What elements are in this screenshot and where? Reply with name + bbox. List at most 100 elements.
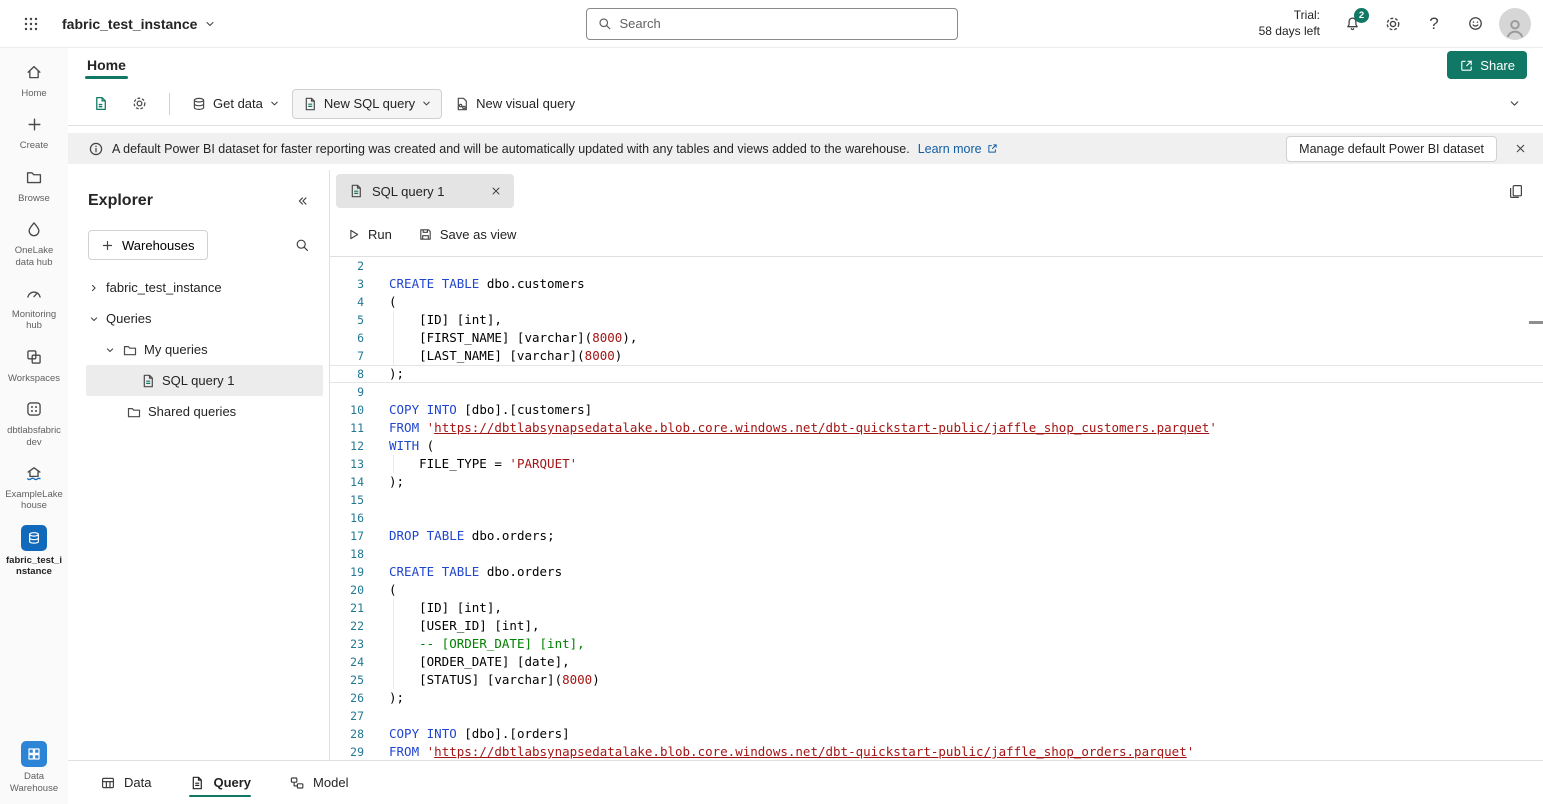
code-line[interactable]: 2 [330, 257, 1543, 275]
code-editor-surface[interactable]: 23CREATE TABLE dbo.customers4(5 [ID] [in… [330, 257, 1543, 760]
settings-gear-icon [131, 95, 148, 112]
code-line[interactable]: 4( [330, 293, 1543, 311]
tree-item-label: fabric_test_instance [106, 280, 222, 295]
code-line[interactable]: 16 [330, 509, 1543, 527]
save-as-view-button[interactable]: Save as view [418, 227, 517, 242]
tree-item-shared-queries[interactable]: Shared queries [68, 396, 329, 427]
code-line[interactable]: 25 [STATUS] [varchar](8000) [330, 671, 1543, 689]
code-line[interactable]: 5 [ID] [int], [330, 311, 1543, 329]
code-line[interactable]: 20( [330, 581, 1543, 599]
data-warehouse-icon [21, 741, 47, 767]
tree-item-my-queries[interactable]: My queries [68, 334, 329, 365]
code-line[interactable]: 21 [ID] [int], [330, 599, 1543, 617]
line-number: 20 [330, 581, 364, 599]
new-visual-query-label: New visual query [476, 96, 575, 111]
new-item-button[interactable] [82, 89, 119, 119]
collapse-ribbon-chevron[interactable] [1499, 89, 1529, 119]
code-line[interactable]: 19CREATE TABLE dbo.orders [330, 563, 1543, 581]
banner-close-button[interactable] [1505, 134, 1535, 164]
search-icon [294, 237, 310, 253]
avatar[interactable] [1499, 8, 1531, 40]
run-button[interactable]: Run [346, 227, 392, 242]
toolbar-settings-button[interactable] [121, 89, 158, 119]
tab-close-button[interactable] [486, 181, 506, 201]
code-line[interactable]: 13 FILE_TYPE = 'PARQUET' [330, 455, 1543, 473]
manage-default-dataset-button[interactable]: Manage default Power BI dataset [1286, 136, 1497, 162]
chevron-right-icon[interactable] [88, 282, 100, 294]
code-line[interactable]: 22 [USER_ID] [int], [330, 617, 1543, 635]
code-line[interactable]: 28COPY INTO [dbo].[orders] [330, 725, 1543, 743]
get-data-button[interactable]: Get data [181, 89, 290, 119]
rail-item-create[interactable]: Create [1, 112, 67, 151]
code-line[interactable]: 10COPY INTO [dbo].[customers] [330, 401, 1543, 419]
rail-item-fabric-test-instance[interactable]: fabric_test_instance [1, 525, 67, 578]
double-chevron-left-icon [295, 194, 309, 208]
settings-button[interactable] [1376, 7, 1410, 41]
view-tab-model[interactable]: Model [289, 761, 348, 804]
code-line[interactable]: 12WITH ( [330, 437, 1543, 455]
code-line[interactable]: 9 [330, 383, 1543, 401]
line-number: 18 [330, 545, 364, 563]
overview-ruler[interactable] [1529, 257, 1543, 760]
rail-item-workspaces[interactable]: Workspaces [1, 345, 67, 384]
tab-sql-query-1[interactable]: SQL query 1 [336, 174, 514, 208]
view-tab-data[interactable]: Data [100, 761, 151, 804]
rail-item-onelake-data-hub[interactable]: OneLake data hub [1, 217, 67, 268]
code-line[interactable]: 15 [330, 491, 1543, 509]
view-tab-label: Data [124, 775, 151, 790]
feedback-smiley-icon [1467, 15, 1484, 32]
code-line[interactable]: 23 -- [ORDER_DATE] [int], [330, 635, 1543, 653]
tab-home[interactable]: Home [84, 51, 129, 79]
rail-item-home[interactable]: Home [1, 60, 67, 99]
tree-item-warehouse[interactable]: fabric_test_instance [68, 272, 329, 303]
code-line[interactable]: 18 [330, 545, 1543, 563]
search-input[interactable] [620, 16, 947, 31]
external-link-icon [986, 142, 999, 155]
help-button[interactable]: ? [1417, 7, 1451, 41]
rail-item-label: Monitoring hub [5, 309, 63, 332]
notifications-button[interactable]: 2 [1335, 7, 1369, 41]
rail-item-examplelakehouse[interactable]: ExampleLakehouse [1, 461, 67, 512]
code-line-text: CREATE TABLE dbo.orders [364, 563, 562, 581]
tree-item-queries[interactable]: Queries [68, 303, 329, 334]
code-line[interactable]: 7 [LAST_NAME] [varchar](8000) [330, 347, 1543, 365]
view-tab-query[interactable]: Query [189, 761, 251, 804]
line-number: 3 [330, 275, 364, 293]
code-line[interactable]: 3CREATE TABLE dbo.customers [330, 275, 1543, 293]
rail-item-data-warehouse[interactable]: Data Warehouse [1, 741, 67, 794]
share-button[interactable]: Share [1447, 51, 1527, 79]
code-line[interactable]: 6 [FIRST_NAME] [varchar](8000), [330, 329, 1543, 347]
new-visual-query-button[interactable]: New visual query [444, 89, 585, 119]
search-box[interactable] [586, 8, 958, 40]
workspace-title-dropdown[interactable]: fabric_test_instance [56, 12, 222, 36]
code-line[interactable]: 14); [330, 473, 1543, 491]
code-line[interactable]: 24 [ORDER_DATE] [date], [330, 653, 1543, 671]
code-line[interactable]: 27 [330, 707, 1543, 725]
line-number: 14 [330, 473, 364, 491]
explorer-search-button[interactable] [287, 230, 317, 260]
duplicate-tab-button[interactable] [1501, 176, 1531, 206]
chevron-down-icon[interactable] [88, 313, 100, 325]
code-line-text: [ID] [int], [364, 311, 502, 329]
explorer-actions: Warehouses [88, 230, 317, 260]
rail-item-browse[interactable]: Browse [1, 165, 67, 204]
rail-item-dbtlabsfabricdev[interactable]: dbtlabsfabricdev [1, 397, 67, 448]
share-icon [1459, 58, 1474, 73]
code-line[interactable]: 29FROM 'https://dbtlabsynapsedatalake.bl… [330, 743, 1543, 760]
code-line[interactable]: 11FROM 'https://dbtlabsynapsedatalake.bl… [330, 419, 1543, 437]
collapse-explorer-button[interactable] [287, 186, 317, 216]
code-line[interactable]: 26); [330, 689, 1543, 707]
tree-item-sql-query-1[interactable]: SQL query 1 [86, 365, 323, 396]
code-line[interactable]: 17DROP TABLE dbo.orders; [330, 527, 1543, 545]
learn-more-link[interactable]: Learn more [918, 142, 999, 156]
rail-item-monitoring-hub[interactable]: Monitoring hub [1, 281, 67, 332]
waffle-menu-icon[interactable] [14, 7, 48, 41]
chevron-down-icon[interactable] [104, 344, 116, 356]
new-sql-query-button[interactable]: New SQL query [292, 89, 442, 119]
code-line-text: [STATUS] [varchar](8000) [364, 671, 600, 689]
visual-query-icon [454, 96, 470, 112]
code-line[interactable]: 8); [330, 365, 1543, 383]
editor-tab-bar: SQL query 1 [330, 170, 1543, 212]
add-warehouses-button[interactable]: Warehouses [88, 230, 208, 260]
feedback-button[interactable] [1458, 7, 1492, 41]
